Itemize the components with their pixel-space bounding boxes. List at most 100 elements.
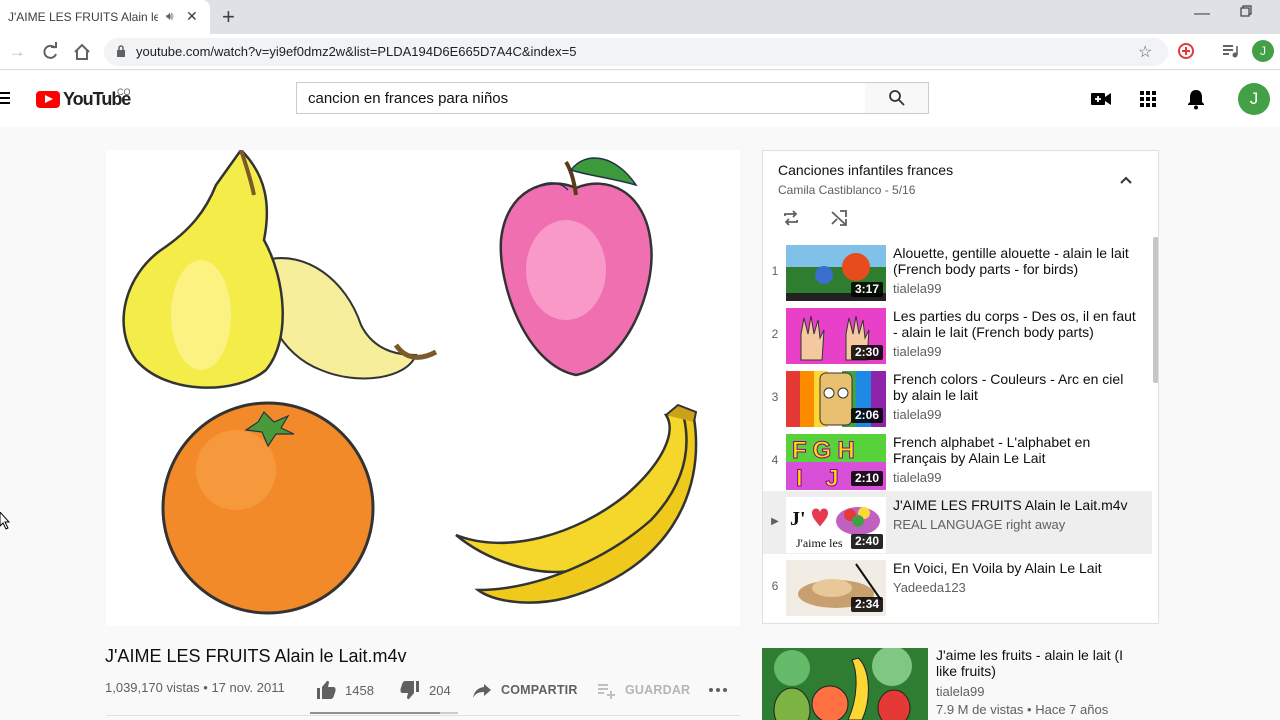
now-playing-icon: ▶ — [771, 516, 779, 527]
minimize-window-button[interactable]: — — [1194, 5, 1210, 23]
browser-tab-bar: J'AIME LES FRUITS Alain le Lait.m4v 🔊︎ ✕… — [0, 0, 1280, 34]
shuffle-icon[interactable] — [829, 208, 849, 228]
chevron-up-icon[interactable] — [1119, 173, 1133, 187]
search-box[interactable] — [296, 82, 866, 114]
playlist-item[interactable]: 3 2:06 French colors - Couleurs - Arc en… — [763, 365, 1152, 428]
recommended-video-meta: 7.9 M de vistas • Hace 7 años — [936, 702, 1109, 717]
playlist-item[interactable]: 2 2:30 Les parties du corps - Des os, il… — [763, 302, 1152, 365]
playlist-item[interactable]: 6 2:34 En Voici, En Voila by Alain Le La… — [763, 554, 1152, 617]
video-duration: 3:17 — [850, 282, 883, 297]
video-duration: 2:40 — [850, 534, 883, 549]
playlist-item-title: French colors - Couleurs - Arc en ciel b… — [893, 371, 1124, 403]
playlist-scrollbar[interactable] — [1153, 237, 1158, 383]
video-thumbnail: J' J'aime les 2:40 — [786, 497, 886, 553]
playlist-item-current[interactable]: ▶ J' J'aime les 2:40 J'AIME LES FRUITS A… — [763, 491, 1152, 554]
video-thumbnail: 2:06 — [786, 371, 886, 427]
dislike-button[interactable]: 204 — [400, 678, 451, 702]
new-tab-button[interactable]: + — [222, 4, 235, 30]
video-duration: 2:30 — [850, 345, 883, 360]
playlist-item-title: En Voici, En Voila by Alain Le Lait — [893, 560, 1102, 576]
playlist-owner-position: Camila Castiblanco - 5/16 — [778, 183, 916, 197]
thumbnail-letters: FGH — [792, 437, 861, 464]
playlist-item-title: Alouette, gentille alouette - alain le l… — [893, 245, 1129, 277]
user-avatar[interactable]: J — [1238, 83, 1270, 115]
restore-window-button[interactable] — [1240, 5, 1252, 17]
notifications-bell-icon[interactable] — [1184, 87, 1208, 111]
video-duration: 2:10 — [850, 471, 883, 486]
address-bar[interactable]: youtube.com/watch?v=yi9ef0dmz2w&list=PLD… — [104, 38, 1168, 66]
like-button[interactable]: 1458 — [316, 678, 374, 702]
video-thumbnail: 2:34 — [786, 560, 886, 616]
video-thumbnail: FGH I J 2:10 — [786, 434, 886, 490]
like-count: 1458 — [345, 682, 374, 698]
thumbnail-caption: J'aime les — [796, 536, 843, 550]
playlist-item[interactable]: 4 FGH I J 2:10 French alphabet - L'alpha… — [763, 428, 1152, 491]
playlist-item-title: Les parties du corps - Des os, il en fau… — [893, 308, 1136, 340]
browser-profile-avatar[interactable]: J — [1252, 40, 1274, 62]
video-player[interactable] — [106, 150, 740, 626]
playlist-item-channel: tialela99 — [893, 281, 942, 296]
playlist-item-channel: tialela99 — [893, 470, 942, 485]
apps-grid-icon[interactable] — [1136, 87, 1160, 111]
playlist-item-index: 1 — [771, 264, 779, 278]
save-button[interactable]: GUARDAR — [596, 678, 690, 702]
thumbnail-letters-2: I J — [796, 465, 847, 490]
video-thumbnail: 3:17 — [786, 245, 886, 301]
bookmark-star-icon[interactable]: ☆ — [1138, 42, 1152, 62]
video-frame-fruits — [122, 150, 698, 615]
playlist-item-channel: Yadeeda123 — [893, 580, 966, 595]
playlist-items: 1 3:17 Alouette, gentille alouette - ala… — [763, 239, 1152, 617]
home-icon[interactable] — [72, 42, 92, 62]
playlist-item-channel: tialela99 — [893, 344, 942, 359]
tab-title: J'AIME LES FRUITS Alain le Lait.m4v — [8, 10, 158, 24]
more-horizontal-icon — [709, 688, 727, 692]
media-control-icon[interactable] — [1221, 42, 1239, 60]
search-icon — [888, 90, 905, 106]
playlist-item-index: 6 — [771, 579, 779, 593]
loop-icon[interactable] — [781, 208, 801, 228]
lock-icon — [117, 45, 125, 57]
youtube-header: YouTube CO J — [0, 71, 1280, 127]
more-actions-button[interactable] — [708, 678, 737, 702]
youtube-play-icon — [36, 91, 60, 108]
video-title: J'AIME LES FRUITS Alain le Lait.m4v — [105, 646, 407, 666]
playlist-item-index: 2 — [771, 327, 779, 341]
thumbs-up-icon — [317, 680, 336, 699]
recommended-video-title[interactable]: J'aime les fruits - alain le lait (I lik… — [936, 647, 1136, 679]
dislike-count: 204 — [429, 682, 451, 698]
playlist-item-index: 3 — [771, 390, 779, 404]
playlist-item-title: J'AIME LES FRUITS Alain le Lait.m4v — [893, 497, 1128, 513]
recommended-video-thumbnail[interactable] — [762, 648, 928, 720]
share-button[interactable]: COMPARTIR — [472, 678, 578, 702]
back-arrow-icon[interactable]: → — [7, 42, 27, 62]
reload-icon[interactable] — [40, 42, 60, 62]
video-views-date: 1,039,170 vistas • 17 nov. 2011 — [105, 680, 285, 695]
divider — [106, 715, 740, 716]
thumbs-down-icon — [400, 681, 419, 700]
browser-toolbar: → youtube.com/watch?v=yi9ef0dmz2w&list=P… — [0, 34, 1280, 70]
playlist-item-channel: REAL LANGUAGE right away — [893, 517, 1066, 532]
search-input[interactable] — [297, 83, 865, 113]
url-text: youtube.com/watch?v=yi9ef0dmz2w&list=PLD… — [136, 44, 577, 59]
hamburger-menu-icon[interactable] — [0, 91, 10, 105]
playlist-item-title: French alphabet - L'alphabet en Français… — [893, 434, 1091, 466]
recommended-video-channel[interactable]: tialela99 — [936, 684, 984, 699]
extension-icon[interactable] — [1177, 42, 1195, 60]
country-code: CO — [117, 87, 131, 97]
browser-tab[interactable]: J'AIME LES FRUITS Alain le Lait.m4v 🔊︎ ✕ — [0, 0, 210, 34]
playlist-item[interactable]: 1 3:17 Alouette, gentille alouette - ala… — [763, 239, 1152, 302]
speaker-icon[interactable]: 🔊︎ — [166, 9, 174, 24]
create-video-icon[interactable] — [1089, 87, 1113, 111]
add-to-playlist-icon — [598, 684, 615, 699]
search-button[interactable] — [865, 82, 929, 114]
playlist-title[interactable]: Canciones infantiles frances — [778, 162, 953, 178]
svg-text:J': J' — [790, 508, 806, 530]
playlist-item-channel: tialela99 — [893, 407, 942, 422]
sentiment-bar — [310, 712, 458, 714]
video-duration: 2:06 — [850, 408, 883, 423]
mouse-cursor-icon — [0, 512, 10, 530]
playlist-panel: Canciones infantiles frances Camila Cast… — [762, 150, 1159, 624]
save-label: GUARDAR — [625, 683, 691, 697]
video-duration: 2:34 — [850, 597, 883, 612]
close-tab-icon[interactable]: ✕ — [186, 8, 198, 25]
